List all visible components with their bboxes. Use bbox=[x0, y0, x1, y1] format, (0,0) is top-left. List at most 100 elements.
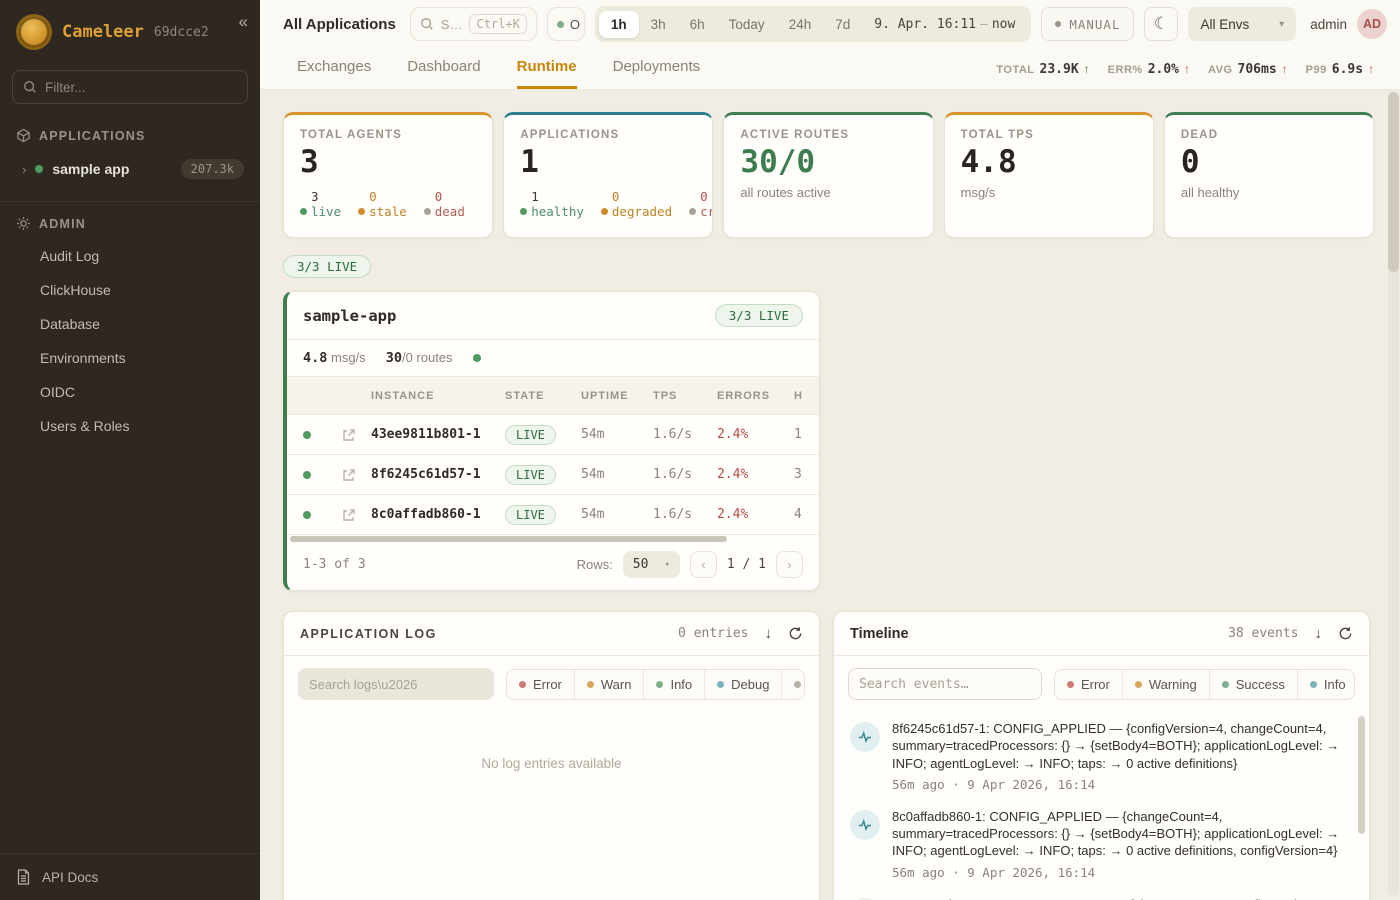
range-24h[interactable]: 24h bbox=[777, 11, 824, 38]
chip-warning[interactable]: Warning bbox=[1122, 670, 1209, 699]
pulse-icon bbox=[850, 810, 880, 840]
range-1h[interactable]: 1h bbox=[599, 11, 639, 38]
date-separator: — bbox=[976, 17, 992, 32]
substat-label: critical bbox=[700, 204, 713, 219]
next-page-button[interactable]: › bbox=[776, 551, 803, 578]
chip-trace[interactable]: Trace bbox=[781, 670, 805, 699]
sidebar-collapse-icon[interactable]: « bbox=[239, 12, 248, 32]
online-status-dot bbox=[557, 21, 564, 28]
external-link-icon[interactable] bbox=[342, 508, 356, 522]
chip-info[interactable]: Info bbox=[1297, 670, 1355, 699]
chip-warn[interactable]: Warn bbox=[574, 670, 644, 699]
download-icon[interactable]: ↓ bbox=[1315, 625, 1323, 642]
external-link-icon[interactable] bbox=[342, 428, 356, 442]
card-value: 0 bbox=[1181, 145, 1357, 181]
global-search[interactable]: S… Ctrl+K bbox=[410, 7, 537, 41]
range-7d[interactable]: 7d bbox=[823, 11, 862, 38]
sidebar-item-database[interactable]: Database bbox=[0, 307, 260, 341]
sample-app-card: sample-app 3/3 LIVE 4.8 msg/s 30/0 route… bbox=[283, 291, 820, 591]
chip-error[interactable]: Error bbox=[507, 670, 574, 699]
table-row[interactable]: 8f6245c61d57-1 LIVE 54m 1.6/s 2.4% 3 bbox=[287, 455, 819, 495]
external-link-icon[interactable] bbox=[342, 468, 356, 482]
timeline-scrollbar-thumb[interactable] bbox=[1358, 716, 1365, 834]
card-value: 3 bbox=[300, 145, 476, 181]
extra-cell: 1 bbox=[794, 427, 819, 442]
bottom-panels: APPLICATION LOG 0 entries ↓ Error Warn I… bbox=[283, 611, 1374, 900]
card-value: 4.8 bbox=[961, 145, 1137, 181]
stat-err: ERR%2.0%↑ bbox=[1108, 62, 1190, 77]
refresh-icon[interactable] bbox=[1338, 626, 1353, 641]
sidebar-item-oidc[interactable]: OIDC bbox=[0, 375, 260, 409]
env-select[interactable]: All Envs ▾ bbox=[1188, 7, 1296, 41]
live-summary-badge: 3/3 LIVE bbox=[283, 255, 371, 278]
card-value: 1 bbox=[520, 145, 696, 181]
chip-label: Debug bbox=[731, 677, 769, 692]
sidebar-item-sample-app[interactable]: › sample app 207.3k bbox=[0, 151, 260, 187]
admin-section-header: ADMIN bbox=[0, 206, 260, 239]
rows-per-page-select[interactable]: 50▾ bbox=[623, 551, 680, 578]
date-range-display[interactable]: 9. Apr. 16:11—now bbox=[862, 17, 1027, 32]
page-scrollbar-thumb[interactable] bbox=[1388, 92, 1399, 272]
range-today[interactable]: Today bbox=[717, 11, 777, 38]
row-status-dot bbox=[303, 431, 311, 439]
substat-num: 0 bbox=[700, 189, 713, 204]
timeline-event[interactable]: 8c0affadb860-1: CONFIG_APPLIED — {change… bbox=[850, 808, 1349, 880]
tab-exchanges[interactable]: Exchanges bbox=[297, 58, 371, 89]
download-icon[interactable]: ↓ bbox=[765, 625, 773, 642]
page-scrollbar[interactable] bbox=[1388, 92, 1399, 896]
event-search-input[interactable] bbox=[848, 668, 1042, 700]
meta-routes-rest: /0 routes bbox=[402, 350, 453, 365]
app-card-title: sample-app bbox=[303, 307, 396, 325]
chip-error[interactable]: Error bbox=[1055, 670, 1122, 699]
horizontal-scrollbar[interactable] bbox=[287, 535, 819, 543]
manual-refresh-button[interactable]: MANUAL bbox=[1041, 7, 1134, 41]
range-3h[interactable]: 3h bbox=[639, 11, 678, 38]
tab-runtime[interactable]: Runtime bbox=[517, 58, 577, 89]
sidebar-item-audit-log[interactable]: Audit Log bbox=[0, 239, 260, 273]
pulse-icon bbox=[850, 722, 880, 752]
sidebar-item-users-roles[interactable]: Users & Roles bbox=[0, 409, 260, 443]
tab-dashboard[interactable]: Dashboard bbox=[407, 58, 480, 89]
stat-label: TOTAL bbox=[996, 64, 1034, 76]
horizontal-scrollbar-thumb[interactable] bbox=[290, 536, 727, 542]
timeline-event[interactable]: 8f6245c61d57-1: CONFIG_APPLIED — {config… bbox=[850, 720, 1349, 792]
table-row[interactable]: 8c0affadb860-1 LIVE 54m 1.6/s 2.4% 4 bbox=[287, 495, 819, 535]
online-status-pill[interactable]: O bbox=[547, 7, 585, 41]
pagination: Rows: 50▾ ‹ 1 / 1 › bbox=[577, 551, 803, 578]
event-text: 8c0affadb860-1: CONFIG_APPLIED — {change… bbox=[892, 808, 1349, 860]
sidebar-item-environments[interactable]: Environments bbox=[0, 341, 260, 375]
api-docs-link[interactable]: API Docs bbox=[0, 853, 260, 900]
app-card-header[interactable]: sample-app 3/3 LIVE bbox=[287, 292, 819, 340]
timeline-header: Timeline 38 events ↓ bbox=[834, 612, 1369, 656]
table-row[interactable]: 43ee9811b801-1 LIVE 54m 1.6/s 2.4% 1 bbox=[287, 415, 819, 455]
stat-p99: P996.9s↑ bbox=[1306, 62, 1374, 77]
avatar[interactable]: AD bbox=[1357, 9, 1387, 39]
env-select-value: All Envs bbox=[1200, 17, 1249, 32]
sidebar-item-clickhouse[interactable]: ClickHouse bbox=[0, 273, 260, 307]
sidebar-filter[interactable] bbox=[12, 70, 248, 104]
info-dot bbox=[656, 681, 663, 688]
stat-label: P99 bbox=[1306, 64, 1327, 76]
tab-deployments[interactable]: Deployments bbox=[613, 58, 701, 89]
event-time: 56m ago · 9 Apr 2026, 16:14 bbox=[892, 865, 1349, 880]
log-search-input[interactable] bbox=[298, 668, 494, 700]
sidebar: Cameleer 69dcce2 « APPLICATIONS › sample… bbox=[0, 0, 260, 900]
debug-dot bbox=[717, 681, 724, 688]
refresh-icon[interactable] bbox=[788, 626, 803, 641]
prev-page-button[interactable]: ‹ bbox=[690, 551, 717, 578]
card-substats: 1healthy 0degraded 0critical bbox=[520, 189, 696, 219]
range-6h[interactable]: 6h bbox=[678, 11, 717, 38]
timeline-event[interactable]: 43ee9811b801-1: CONFIG_APPLIED — {change… bbox=[850, 896, 1349, 900]
sidebar-header: Cameleer 69dcce2 bbox=[0, 0, 260, 62]
search-shortcut-kbd: Ctrl+K bbox=[469, 14, 526, 34]
amber-dot bbox=[601, 208, 608, 215]
chip-success[interactable]: Success bbox=[1209, 670, 1297, 699]
substat-label: degraded bbox=[612, 204, 672, 219]
dark-mode-toggle[interactable]: ☾ bbox=[1144, 7, 1178, 41]
chip-debug[interactable]: Debug bbox=[704, 670, 781, 699]
substat-num: 3 bbox=[311, 189, 341, 204]
sidebar-filter-input[interactable] bbox=[45, 80, 237, 95]
expand-chevron-icon[interactable]: › bbox=[22, 162, 26, 177]
card-value: 30/0 bbox=[740, 145, 916, 181]
chip-info[interactable]: Info bbox=[643, 670, 704, 699]
